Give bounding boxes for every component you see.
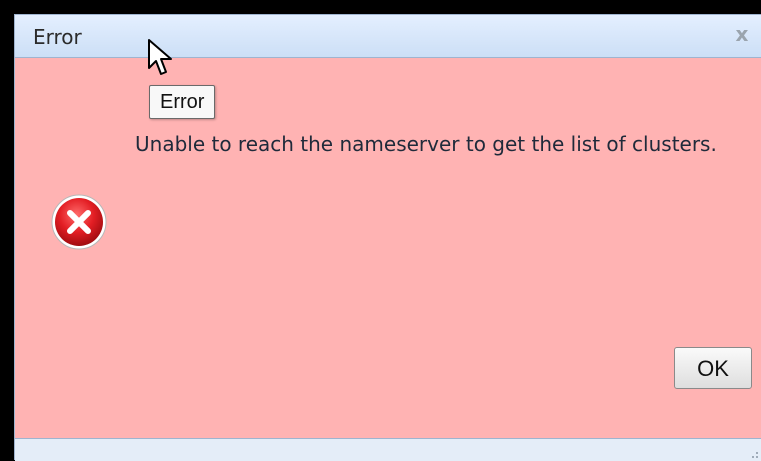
error-message: Unable to reach the nameserver to get th… (135, 132, 717, 156)
tooltip: Error (149, 85, 216, 119)
dialog-titlebar[interactable]: Error x (15, 15, 761, 58)
error-dialog: Error x Error Unable to reach the namese… (14, 14, 761, 461)
close-button[interactable]: x (731, 23, 753, 45)
ok-button[interactable]: OK (674, 347, 752, 389)
dialog-title: Error (33, 25, 82, 49)
error-icon (51, 194, 107, 250)
resize-grip-icon[interactable] (749, 449, 759, 459)
dialog-footer (15, 438, 761, 461)
dialog-body: Error Unable to reach the nameserver to … (15, 58, 761, 438)
